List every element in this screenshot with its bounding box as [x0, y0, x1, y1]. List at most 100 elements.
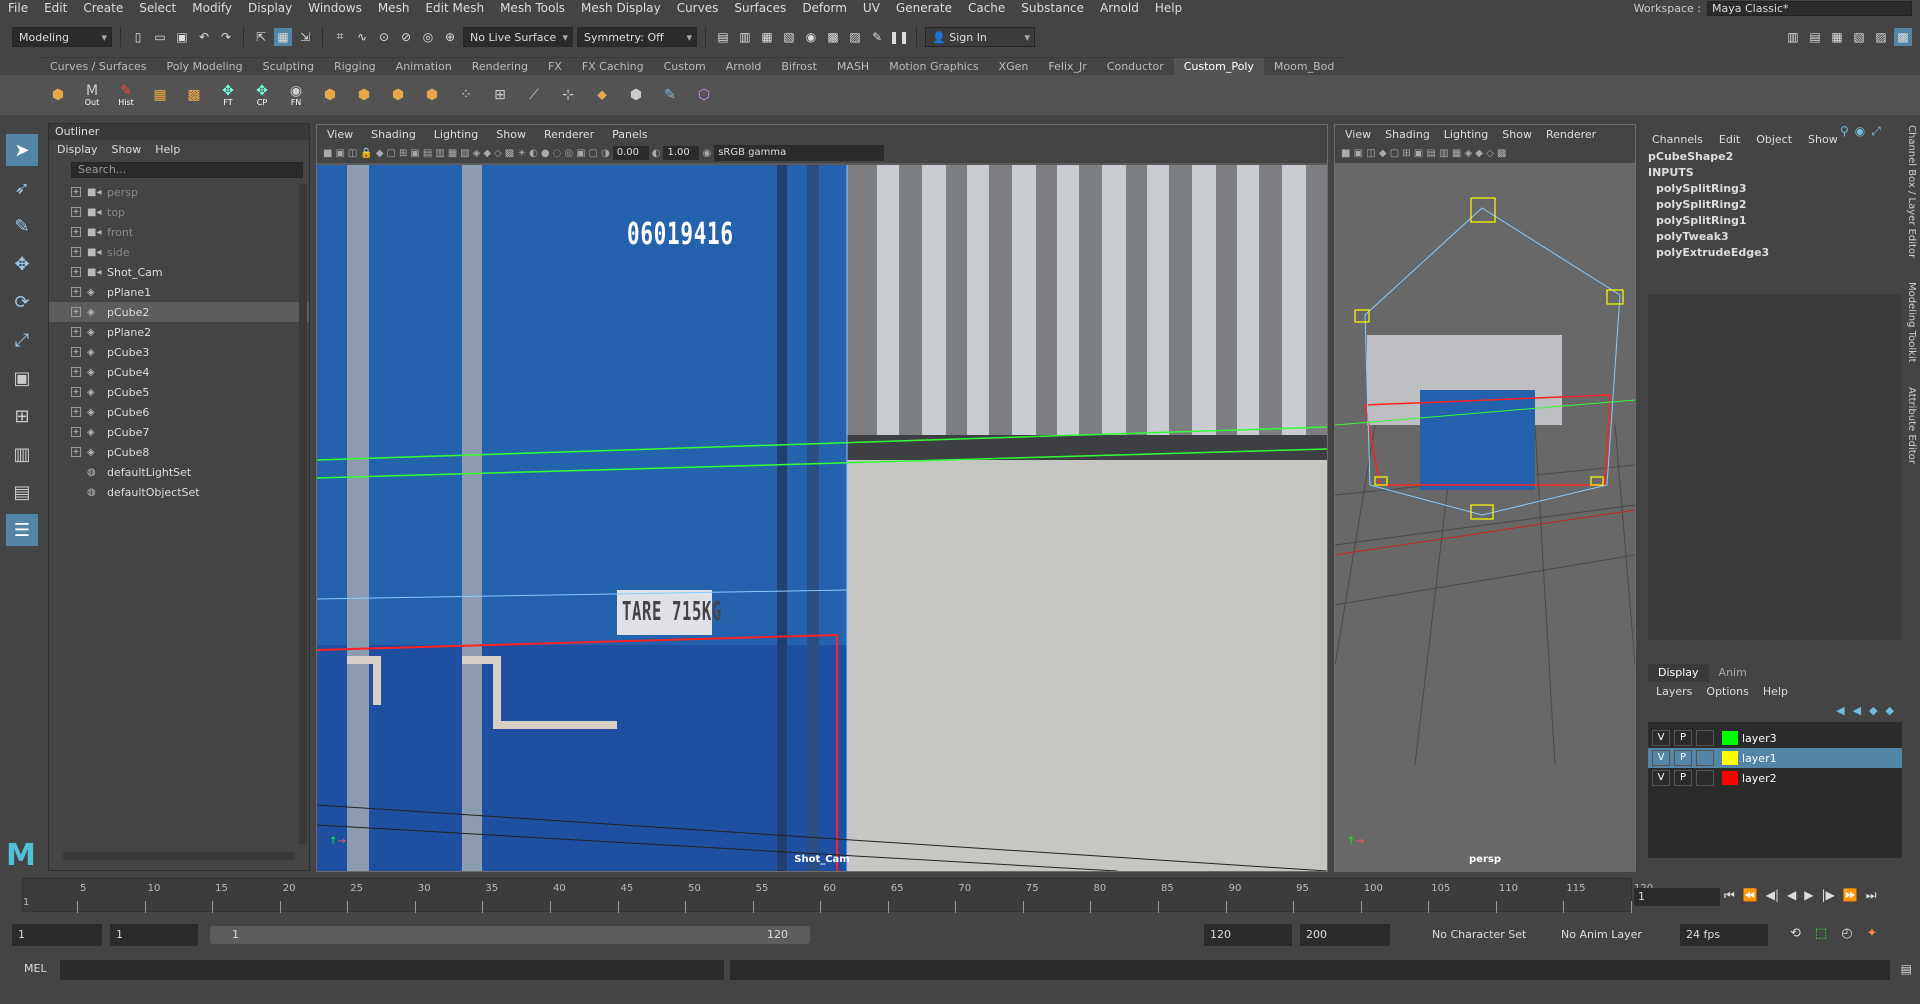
symmetry-select[interactable]: Symmetry: Off	[577, 26, 697, 47]
lights-icon[interactable]: ☀	[517, 148, 526, 159]
outliner-vertical-scrollbar[interactable]	[299, 184, 307, 844]
expand-icon[interactable]: ⤢	[1871, 124, 1881, 139]
layer-display-type[interactable]	[1696, 770, 1714, 786]
outliner-menu-help[interactable]: Help	[155, 143, 180, 156]
expand-icon[interactable]: +	[71, 267, 81, 277]
shelf-tab-animation[interactable]: Animation	[385, 57, 462, 75]
color-management-icon[interactable]: ◉	[702, 148, 711, 159]
move-layer-down-icon[interactable]: ◀	[1853, 704, 1861, 717]
menu-mesh[interactable]: Mesh	[370, 1, 418, 15]
expand-icon[interactable]: +	[71, 187, 81, 197]
menu-arnold[interactable]: Arnold	[1092, 1, 1147, 15]
expand-icon[interactable]: +	[71, 407, 81, 417]
shelf-tab-custom-poly[interactable]: Custom_Poly	[1173, 57, 1264, 75]
shelf-lattice-icon[interactable]: ⬡	[690, 81, 718, 109]
mode-select[interactable]: Modeling	[12, 26, 112, 47]
input-node[interactable]: polySplitRing3	[1644, 182, 1906, 198]
snap-surface-icon[interactable]: ◎	[419, 28, 437, 46]
snap-view-icon[interactable]: ⊘	[397, 28, 415, 46]
render-settings-icon[interactable]: ▧	[780, 28, 798, 46]
modeling-toolkit-icon[interactable]: ▥	[1784, 28, 1802, 46]
expand-icon[interactable]: +	[71, 367, 81, 377]
layer-menu-options[interactable]: Options	[1706, 685, 1748, 698]
layer-visibility-toggle[interactable]: V	[1652, 770, 1670, 786]
shelf-combine-icon[interactable]: ⬢	[418, 81, 446, 109]
menu-deform[interactable]: Deform	[794, 1, 855, 15]
snap-curve-icon[interactable]: ∿	[353, 28, 371, 46]
shelf-tab-motion-graphics[interactable]: Motion Graphics	[879, 57, 989, 75]
shelf-cut-icon[interactable]: ⟋	[520, 81, 548, 109]
channel-menu-show[interactable]: Show	[1808, 133, 1838, 146]
select-object-icon[interactable]: ▦	[274, 27, 292, 46]
shelf-tab-arnold[interactable]: Arnold	[715, 57, 772, 75]
shelf-tab-fx-caching[interactable]: FX Caching	[571, 57, 654, 75]
shelf-extrude-icon[interactable]: ⬢	[316, 81, 344, 109]
lock-camera-icon[interactable]: 🔒	[360, 148, 372, 159]
play-backward-icon[interactable]: ◀	[1787, 888, 1796, 903]
vp-menu-lighting[interactable]: Lighting	[434, 128, 478, 141]
safe-action-icon[interactable]: ▧	[460, 148, 469, 159]
menu-create[interactable]: Create	[75, 1, 131, 15]
shelf-tab-bifrost[interactable]: Bifrost	[771, 57, 827, 75]
attribute-editor-icon[interactable]: ▤	[1806, 28, 1824, 46]
side-tab-attribute-editor[interactable]: Attribute Editor	[1906, 387, 1917, 464]
shelf-tab-rigging[interactable]: Rigging	[323, 57, 386, 75]
vp-menu-view[interactable]: View	[327, 128, 353, 141]
layer-visibility-toggle[interactable]: V	[1652, 730, 1670, 746]
shelf-tab-mash[interactable]: MASH	[826, 57, 880, 75]
outliner-item[interactable]: + ■◂ side	[49, 242, 309, 262]
redo-icon[interactable]: ↷	[217, 28, 235, 46]
ambient-occlusion-icon[interactable]: ●	[541, 148, 550, 159]
expand-icon[interactable]: +	[71, 447, 81, 457]
expand-icon[interactable]: +	[71, 387, 81, 397]
shelf-tab-felix-jr[interactable]: Felix_Jr	[1038, 57, 1097, 75]
playback-end-field[interactable]: 120	[1204, 924, 1292, 946]
outliner-horizontal-scrollbar[interactable]	[63, 852, 295, 860]
character-set-select[interactable]: No Character Set	[1426, 924, 1536, 946]
shelf-ft-icon[interactable]: ✥ FT	[214, 81, 242, 109]
layer-editor-icon[interactable]: ▨	[1872, 28, 1890, 46]
persp-menu-lighting[interactable]: Lighting	[1444, 128, 1488, 141]
outliner-item[interactable]: ◍ defaultLightSet	[49, 462, 309, 482]
tool-settings-icon[interactable]: ▦	[1828, 28, 1846, 46]
loop-icon[interactable]: ⟲	[1790, 926, 1801, 941]
outliner-item[interactable]: + ■◂ persp	[49, 182, 309, 202]
layer-color-swatch[interactable]	[1722, 771, 1738, 785]
input-node[interactable]: polyTweak3	[1644, 230, 1906, 246]
menu-edit-mesh[interactable]: Edit Mesh	[417, 1, 492, 15]
persp-menu-renderer[interactable]: Renderer	[1546, 128, 1596, 141]
gate-icon[interactable]: ▢	[387, 148, 396, 159]
menu-substance[interactable]: Substance	[1013, 1, 1092, 15]
time-slider-track[interactable]: 1 5 10 15 20 25 30 35 40 45 50 55 60 65 70 75 80 85 90 95 10…	[22, 878, 1653, 913]
command-input[interactable]	[60, 960, 724, 980]
play-forward-icon[interactable]: ▶	[1804, 888, 1813, 903]
step-back-icon[interactable]: ⏪	[1743, 888, 1758, 903]
vp-menu-panels[interactable]: Panels	[612, 128, 647, 141]
current-frame-field[interactable]: 1	[1634, 888, 1720, 906]
layer-display-type[interactable]	[1696, 750, 1714, 766]
outliner-item[interactable]: + ◈ pCube6	[49, 402, 309, 422]
shelf-tab-sculpting[interactable]: Sculpting	[252, 57, 324, 75]
four-pane-icon[interactable]: ⊞	[6, 400, 38, 432]
shelf-cube-icon[interactable]: ⬢	[622, 81, 650, 109]
workspace-select[interactable]: Maya Classic*	[1707, 0, 1912, 16]
resolution-gate-icon[interactable]: ▤	[423, 148, 432, 159]
gamma-icon[interactable]: ◐	[652, 148, 661, 159]
channel-menu-edit[interactable]: Edit	[1719, 133, 1740, 146]
go-to-end-icon[interactable]: ⏭	[1866, 888, 1877, 903]
move-tool-icon[interactable]: ✥	[6, 248, 38, 280]
channel-menu-channels[interactable]: Channels	[1652, 133, 1703, 146]
smooth-shade-icon[interactable]: ◆	[483, 148, 491, 159]
layout-b-icon[interactable]: ▤	[6, 476, 38, 508]
script-editor-icon[interactable]: ▤	[1901, 962, 1912, 976]
gamma-field[interactable]: 1.00	[663, 146, 700, 160]
layout-a-icon[interactable]: ▥	[6, 438, 38, 470]
channel-box-icon[interactable]: ▧	[1850, 28, 1868, 46]
menu-display[interactable]: Display	[240, 1, 300, 15]
film-gate-icon[interactable]: ▣	[410, 148, 419, 159]
snap-point-icon[interactable]: ⊙	[375, 28, 393, 46]
menu-uv[interactable]: UV	[855, 1, 888, 15]
wireframe-on-shaded-icon[interactable]: ◇	[494, 148, 502, 159]
layer-playback-toggle[interactable]: P	[1674, 770, 1692, 786]
single-pane-icon[interactable]: ▣	[6, 362, 38, 394]
